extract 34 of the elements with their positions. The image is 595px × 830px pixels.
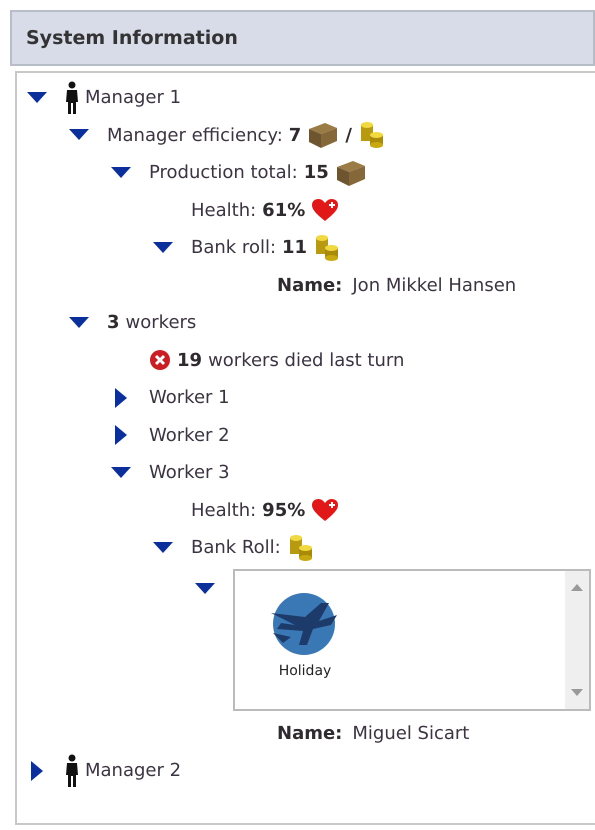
node-text: Worker 1: [149, 387, 230, 408]
node-text: Miguel Sicart: [352, 722, 470, 744]
node-text: Health:: [191, 200, 256, 221]
heart-icon: [311, 198, 340, 222]
node-text: Bank Roll:: [191, 537, 281, 558]
box-icon: [334, 158, 367, 187]
node-text: workers: [126, 312, 196, 334]
value-text: 95%: [262, 500, 306, 521]
node-text: Manager efficiency:: [107, 124, 283, 146]
field-label: Name:: [277, 722, 342, 744]
node-text: Manager 1: [85, 87, 182, 108]
node-text: Health:: [191, 500, 256, 521]
box-icon: [307, 121, 340, 150]
panel-title: System Information: [26, 27, 238, 49]
heart-icon: [311, 498, 340, 522]
node-text: Worker 3: [149, 462, 230, 484]
value-text: 3: [107, 312, 120, 334]
value-text: 7: [288, 124, 302, 146]
value-text: 19: [177, 350, 202, 371]
person-icon: [65, 754, 79, 788]
node-text: Jon Mikkel Hansen: [352, 274, 516, 296]
field-label: Name:: [277, 274, 342, 296]
activity-label: Holiday: [278, 662, 332, 678]
node-text: Bank roll:: [191, 237, 276, 258]
node-text: Production total:: [149, 162, 298, 184]
value-text: 61%: [262, 200, 306, 221]
node-text: Manager 2: [85, 760, 182, 782]
node-text: Worker 2: [149, 424, 230, 446]
value-text: /: [345, 124, 352, 146]
error-icon: [149, 349, 171, 372]
person-icon: [65, 80, 79, 115]
value-text: 15: [304, 162, 329, 184]
value-text: 11: [282, 237, 308, 258]
node-text: workers died last turn: [208, 350, 404, 371]
